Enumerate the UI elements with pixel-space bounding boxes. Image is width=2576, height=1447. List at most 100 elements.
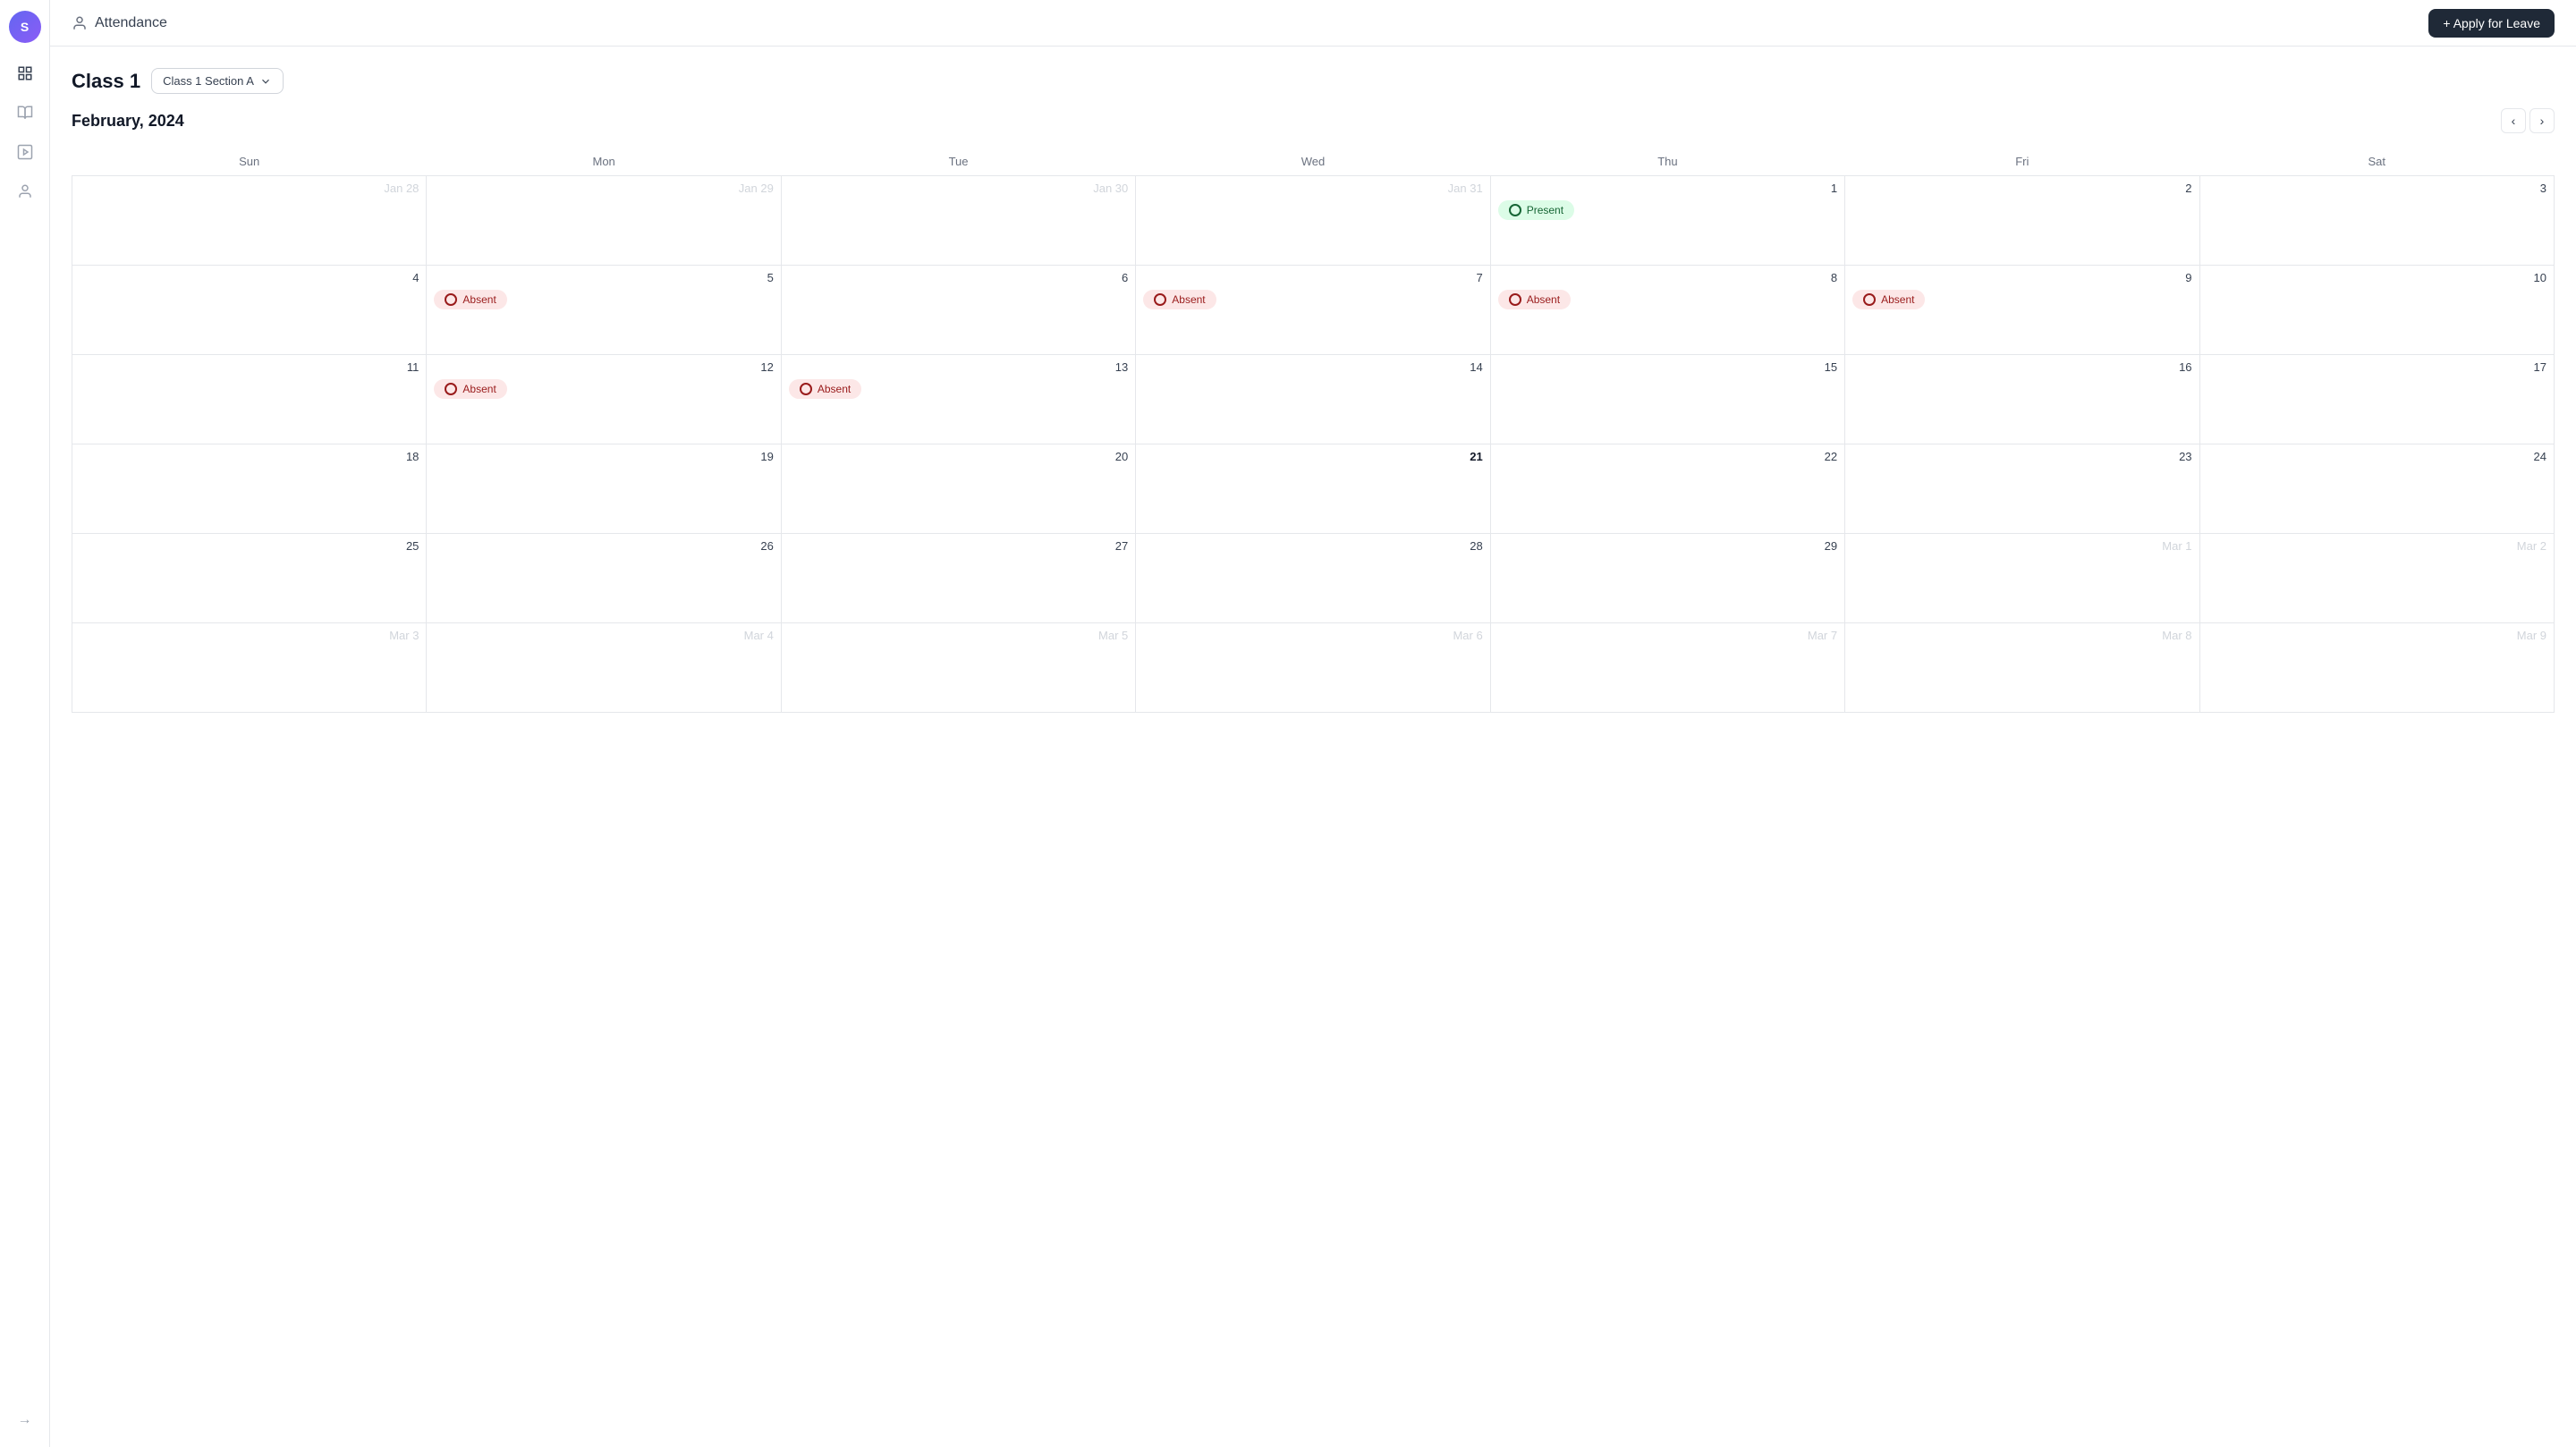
header-title: Attendance xyxy=(95,15,167,31)
calendar-cell-5-3: Mar 6 xyxy=(1136,623,1490,713)
calendar-cell-5-5: Mar 8 xyxy=(1845,623,2199,713)
day-number: 26 xyxy=(434,539,773,553)
day-number: 8 xyxy=(1498,271,1837,284)
day-number: Jan 30 xyxy=(789,182,1128,195)
attendance-badge-absent: Absent xyxy=(789,379,861,399)
calendar-cell-0-2: Jan 30 xyxy=(781,176,1135,266)
day-number: Jan 29 xyxy=(434,182,773,195)
sidebar-item-courses[interactable] xyxy=(9,97,41,129)
day-number: 15 xyxy=(1498,360,1837,374)
calendar-cell-0-4: 1 Present xyxy=(1490,176,1844,266)
absent-icon xyxy=(1154,293,1166,306)
day-number: 20 xyxy=(789,450,1128,463)
day-number: 16 xyxy=(1852,360,2191,374)
calendar-cell-4-6: Mar 2 xyxy=(2199,534,2554,623)
day-number: 21 xyxy=(1143,450,1482,463)
calendar-cell-2-1: 12 Absent xyxy=(427,355,781,444)
day-number: 1 xyxy=(1498,182,1837,195)
class-title: Class 1 xyxy=(72,70,140,93)
section-label: Class 1 Section A xyxy=(163,74,254,88)
calendar-cell-4-3: 28 xyxy=(1136,534,1490,623)
day-header-wed: Wed xyxy=(1136,148,1490,176)
calendar-cell-2-2: 13 Absent xyxy=(781,355,1135,444)
day-number: 6 xyxy=(789,271,1128,284)
calendar-cell-1-1: 5Absent xyxy=(427,266,781,355)
calendar-week-4: 25 26 27 28 29 Mar 1 Mar 2 xyxy=(72,534,2555,623)
class-section-dropdown[interactable]: Class 1 Section A xyxy=(151,68,284,94)
sidebar: S → xyxy=(0,0,50,1447)
day-number: Mar 3 xyxy=(80,629,419,642)
day-number: 23 xyxy=(1852,450,2191,463)
day-number: 12 xyxy=(434,360,773,374)
calendar-table: SunMonTueWedThuFriSat Jan 28 Jan 29 Jan 30… xyxy=(72,148,2555,713)
prev-month-button[interactable]: ‹ xyxy=(2501,108,2526,133)
absent-icon xyxy=(445,383,457,395)
present-label: Present xyxy=(1527,204,1563,216)
day-number: 22 xyxy=(1498,450,1837,463)
day-number: Mar 5 xyxy=(789,629,1128,642)
absent-label: Absent xyxy=(1172,293,1205,306)
calendar-cell-5-6: Mar 9 xyxy=(2199,623,2554,713)
day-number: 14 xyxy=(1143,360,1482,374)
day-header-sat: Sat xyxy=(2199,148,2554,176)
calendar-cell-3-3: 21 xyxy=(1136,444,1490,534)
sidebar-item-dashboard[interactable] xyxy=(9,57,41,89)
day-number: Mar 8 xyxy=(1852,629,2191,642)
absent-label: Absent xyxy=(1881,293,1914,306)
attendance-badge-absent: Absent xyxy=(434,379,506,399)
day-number: 13 xyxy=(789,360,1128,374)
calendar-cell-3-4: 22 xyxy=(1490,444,1844,534)
calendar-cell-5-0: Mar 3 xyxy=(72,623,427,713)
day-number: Jan 28 xyxy=(80,182,419,195)
calendar-cell-3-2: 20 xyxy=(781,444,1135,534)
day-number: 18 xyxy=(80,450,419,463)
day-number: Mar 6 xyxy=(1143,629,1482,642)
calendar-week-2: 1112Absent13Absent14151617 xyxy=(72,355,2555,444)
day-header-mon: Mon xyxy=(427,148,781,176)
day-number: 17 xyxy=(2207,360,2546,374)
absent-label: Absent xyxy=(818,383,851,395)
chevron-down-icon xyxy=(259,75,272,88)
day-number: 27 xyxy=(789,539,1128,553)
day-number: Mar 7 xyxy=(1498,629,1837,642)
day-number: 25 xyxy=(80,539,419,553)
calendar-cell-5-2: Mar 5 xyxy=(781,623,1135,713)
calendar-nav: ‹ › xyxy=(2501,108,2555,133)
apply-for-leave-button[interactable]: + Apply for Leave xyxy=(2428,9,2555,38)
calendar-week-1: 45Absent67Absent8Absent9Absent10 xyxy=(72,266,2555,355)
day-number: Mar 4 xyxy=(434,629,773,642)
day-number: 19 xyxy=(434,450,773,463)
absent-label: Absent xyxy=(462,293,496,306)
day-number: 4 xyxy=(80,271,419,284)
calendar-week-3: 18192021222324 xyxy=(72,444,2555,534)
content-area: Class 1 Class 1 Section A February, 2024… xyxy=(50,47,2576,1447)
absent-icon xyxy=(445,293,457,306)
calendar-cell-2-5: 16 xyxy=(1845,355,2199,444)
absent-label: Absent xyxy=(462,383,496,395)
calendar-header: SunMonTueWedThuFriSat xyxy=(72,148,2555,176)
day-number: 10 xyxy=(2207,271,2546,284)
header: Attendance + Apply for Leave xyxy=(50,0,2576,47)
absent-icon xyxy=(1509,293,1521,306)
day-header-fri: Fri xyxy=(1845,148,2199,176)
attendance-badge-absent: Absent xyxy=(1852,290,1925,309)
present-icon xyxy=(1509,204,1521,216)
calendar-cell-5-1: Mar 4 xyxy=(427,623,781,713)
day-number: 29 xyxy=(1498,539,1837,553)
attendance-icon xyxy=(72,15,88,31)
calendar-cell-4-1: 26 xyxy=(427,534,781,623)
sidebar-item-media[interactable] xyxy=(9,136,41,168)
next-month-button[interactable]: › xyxy=(2529,108,2555,133)
day-number: Mar 1 xyxy=(1852,539,2191,553)
day-number: 7 xyxy=(1143,271,1482,284)
calendar-body: Jan 28Jan 29Jan 30Jan 311Present2345Abse… xyxy=(72,176,2555,713)
sidebar-item-users[interactable] xyxy=(9,175,41,207)
calendar-cell-3-5: 23 xyxy=(1845,444,2199,534)
sidebar-expand-button[interactable]: → xyxy=(9,1404,41,1436)
sidebar-logo: S xyxy=(9,11,41,43)
day-number: 9 xyxy=(1852,271,2191,284)
calendar-cell-2-6: 17 xyxy=(2199,355,2554,444)
calendar-cell-1-4: 8Absent xyxy=(1490,266,1844,355)
attendance-badge-absent: Absent xyxy=(434,290,506,309)
calendar-cell-2-4: 15 xyxy=(1490,355,1844,444)
